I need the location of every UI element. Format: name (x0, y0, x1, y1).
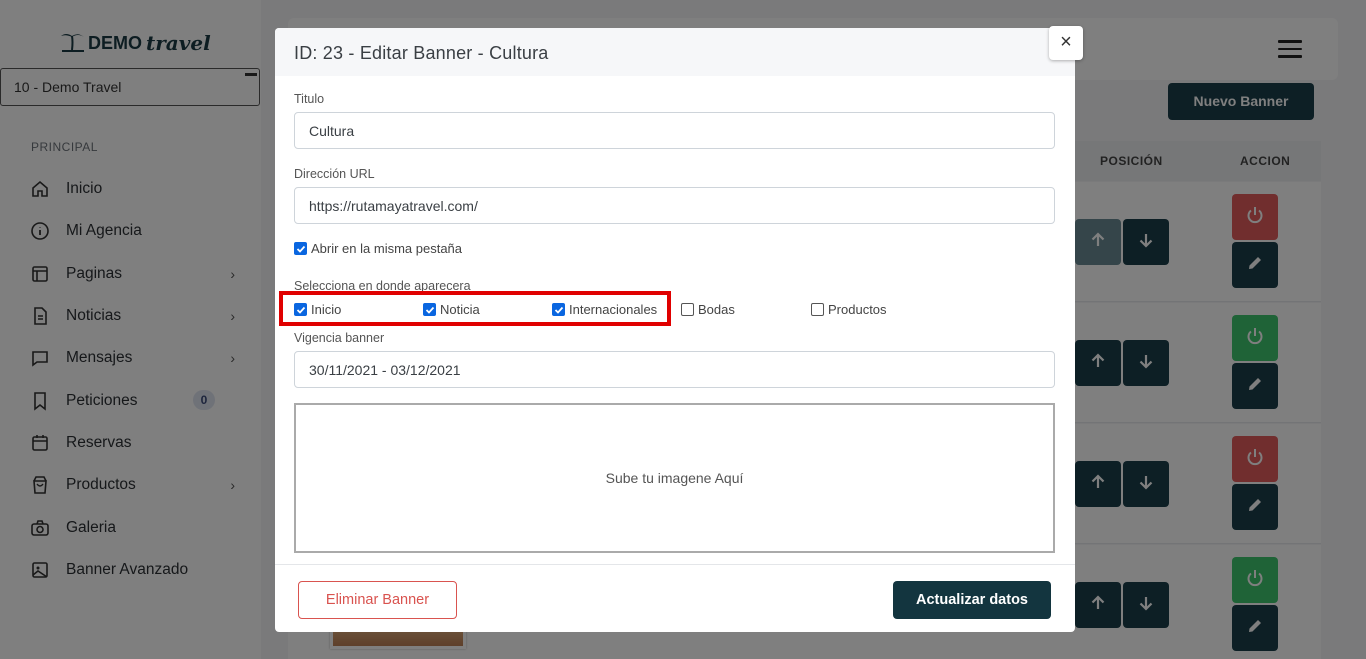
title-label: Titulo (294, 92, 325, 106)
location-label: Internacionales (569, 302, 658, 317)
where-label: Selecciona en donde aparecera (294, 279, 471, 293)
checkbox-unchecked-icon (811, 303, 824, 316)
checkbox-unchecked-icon (681, 303, 694, 316)
url-input-value: https://rutamayatravel.com/ (309, 197, 478, 214)
validity-value: 30/11/2021 - 03/12/2021 (309, 361, 461, 378)
edit-banner-modal: ID: 23 - Editar Banner - Cultura Titulo … (275, 28, 1075, 632)
same-tab-checkbox[interactable]: Abrir en la misma pestaña (294, 241, 462, 256)
location-label: Productos (828, 302, 887, 317)
validity-date-range-input[interactable]: 30/11/2021 - 03/12/2021 (294, 351, 1055, 388)
same-tab-label: Abrir en la misma pestaña (311, 241, 463, 256)
title-input-value: Cultura (309, 122, 355, 139)
location-checkbox-noticia[interactable]: Noticia (423, 302, 480, 317)
upload-text: Sube tu imagene Aquí (605, 470, 744, 486)
modal-footer: Eliminar Banner Actualizar datos (275, 564, 1075, 632)
url-input[interactable]: https://rutamayatravel.com/ (294, 187, 1055, 224)
location-label: Noticia (440, 302, 480, 317)
checkbox-checked-icon (552, 303, 565, 316)
location-checkbox-bodas[interactable]: Bodas (681, 302, 735, 317)
title-input[interactable]: Cultura (294, 112, 1055, 149)
checkbox-checked-icon (294, 303, 307, 316)
location-checkbox-productos[interactable]: Productos (811, 302, 887, 317)
location-label: Inicio (311, 302, 342, 317)
close-modal-button[interactable]: × (1049, 26, 1083, 60)
checkbox-checked-icon (423, 303, 436, 316)
location-checkbox-internacionales[interactable]: Internacionales (552, 302, 657, 317)
update-data-button[interactable]: Actualizar datos (893, 581, 1051, 619)
location-checkbox-inicio[interactable]: Inicio (294, 302, 341, 317)
location-label: Bodas (698, 302, 735, 317)
delete-banner-button[interactable]: Eliminar Banner (298, 581, 457, 619)
url-label: Dirección URL (294, 167, 375, 181)
modal-title: ID: 23 - Editar Banner - Cultura (275, 28, 1075, 76)
image-upload-dropzone[interactable]: Sube tu imagene Aquí (294, 403, 1055, 553)
checkbox-checked-icon (294, 242, 307, 255)
validity-label: Vigencia banner (294, 331, 385, 345)
